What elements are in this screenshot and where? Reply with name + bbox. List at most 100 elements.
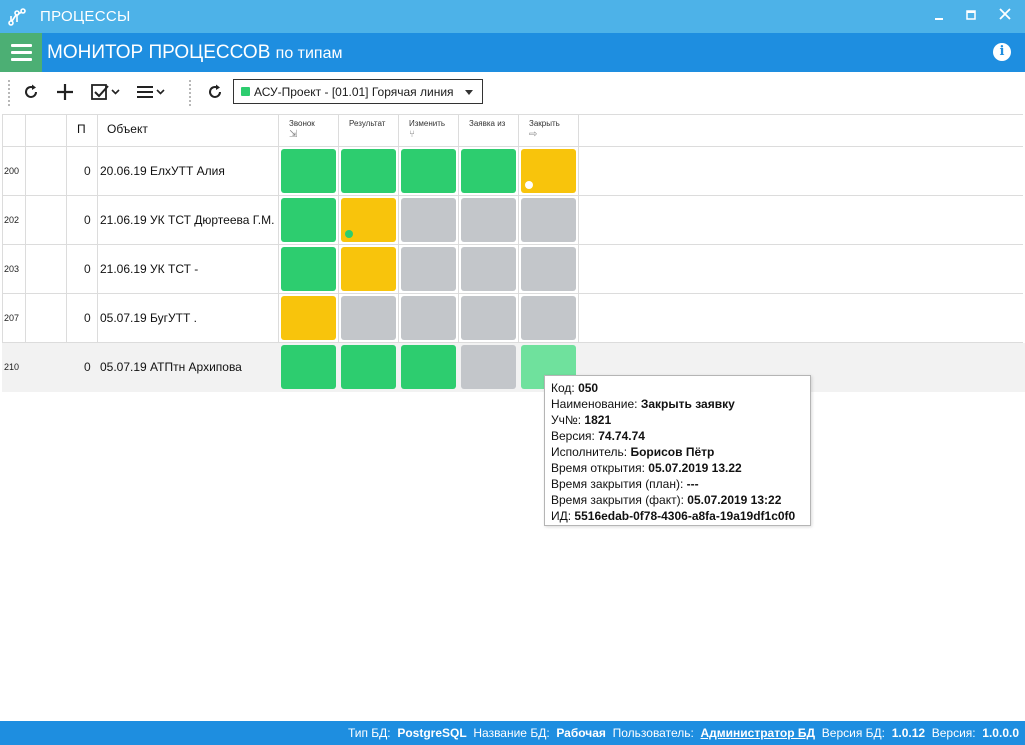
db-name-label: Название БД:: [473, 726, 550, 740]
refresh-button[interactable]: [20, 81, 42, 103]
process-step-cell[interactable]: [281, 247, 336, 291]
toolbar-grip[interactable]: [8, 80, 10, 106]
checkbox-icon: [91, 84, 120, 100]
tooltip-value: 05.07.2019 13.22: [648, 461, 742, 475]
tooltip-line: Уч№: 1821: [551, 412, 804, 428]
tooltip-value: 1821: [584, 413, 612, 427]
process-step-cell[interactable]: [341, 247, 396, 291]
process-step-cell[interactable]: [521, 296, 576, 340]
tooltip-key: Время закрытия (план):: [551, 477, 687, 491]
process-step-cell[interactable]: [281, 296, 336, 340]
column-header-object[interactable]: Объект: [107, 122, 148, 136]
plus-icon: [57, 84, 73, 100]
grid-row-divider: [2, 293, 1023, 294]
tooltip-value: Закрыть заявку: [640, 397, 735, 411]
tooltip-key: Исполнитель:: [551, 445, 631, 459]
process-step-cell[interactable]: [521, 149, 576, 193]
row-id: 202: [4, 215, 20, 225]
list-menu-button[interactable]: [135, 81, 167, 103]
login-icon: ⇲: [289, 129, 298, 140]
grid-row-divider: [2, 146, 1023, 147]
status-dot-icon: [525, 181, 533, 189]
tooltip-value: 74.74.74: [598, 429, 645, 443]
tooltip-line: Версия: 74.74.74: [551, 428, 804, 444]
row-object[interactable]: 05.07.19 АТПтн Архипова: [100, 360, 242, 374]
row-p-value: 0: [84, 360, 91, 374]
info-icon[interactable]: i: [993, 43, 1011, 61]
close-button[interactable]: [994, 6, 1016, 26]
process-step-cell[interactable]: [281, 149, 336, 193]
row-p-value: 0: [84, 262, 91, 276]
process-step-cell[interactable]: [341, 345, 396, 389]
process-step-cell[interactable]: [341, 198, 396, 242]
reload-button[interactable]: [204, 81, 226, 103]
user-link[interactable]: Администратор БД: [701, 726, 816, 740]
process-step-cell[interactable]: [401, 198, 456, 242]
process-app-icon: [8, 8, 26, 26]
process-step-cell[interactable]: [281, 345, 336, 389]
process-step-cell[interactable]: [341, 149, 396, 193]
tooltip-key: ИД:: [551, 509, 575, 523]
step-header-label[interactable]: Результат: [349, 119, 385, 128]
process-step-cell[interactable]: [341, 296, 396, 340]
tooltip-line: Время закрытия (факт): 05.07.2019 13:22: [551, 492, 804, 508]
row-object[interactable]: 20.06.19 ЕлхУТТ Алия: [100, 164, 225, 178]
status-color-icon: [241, 87, 250, 96]
tooltip-key: Время закрытия (факт):: [551, 493, 688, 507]
grid-row-divider: [2, 195, 1023, 196]
process-step-cell[interactable]: [401, 149, 456, 193]
tooltip-key: Уч№:: [551, 413, 585, 427]
db-version-label: Версия БД:: [821, 726, 886, 740]
step-header-label[interactable]: Звонок: [289, 119, 315, 128]
maximize-button[interactable]: [960, 6, 982, 26]
db-version-value: 1.0.12: [891, 726, 926, 740]
process-step-cell[interactable]: [461, 149, 516, 193]
add-button[interactable]: [54, 81, 76, 103]
reload-icon: [209, 84, 221, 98]
process-step-cell[interactable]: [401, 296, 456, 340]
process-step-cell[interactable]: [461, 198, 516, 242]
dropdown-arrow-icon: [465, 90, 473, 95]
tooltip-key: Наименование:: [551, 397, 641, 411]
row-id: 203: [4, 264, 20, 274]
row-object[interactable]: 21.06.19 УК ТСТ Дюртеева Г.М.: [100, 213, 274, 227]
row-id: 200: [4, 166, 20, 176]
row-id: 207: [4, 313, 20, 323]
tooltip-line: Исполнитель: Борисов Пётр: [551, 444, 804, 460]
step-header-label[interactable]: Закрыть: [529, 119, 560, 128]
db-name-value: Рабочая: [556, 726, 606, 740]
column-header-p[interactable]: П: [77, 122, 86, 136]
row-object[interactable]: 21.06.19 УК ТСТ -: [100, 262, 198, 276]
process-step-cell[interactable]: [521, 247, 576, 291]
step-header-label[interactable]: Заявка из: [469, 119, 505, 128]
tooltip-key: Код:: [551, 381, 579, 395]
process-step-cell[interactable]: [521, 198, 576, 242]
minimize-button[interactable]: [928, 6, 950, 26]
process-type-select[interactable]: АСУ-Проект - [01.01] Горячая линия: [233, 79, 483, 104]
process-step-cell[interactable]: [461, 296, 516, 340]
process-step-cell[interactable]: [401, 345, 456, 389]
tooltip-line: Код: 050: [551, 380, 804, 396]
toolbar: АСУ-Проект - [01.01] Горячая линия: [0, 72, 1025, 112]
tooltip-value: Борисов Пётр: [630, 445, 715, 459]
row-id: 210: [4, 362, 20, 372]
tooltip-value: 050: [578, 381, 599, 395]
process-step-cell[interactable]: [401, 247, 456, 291]
step-header-label[interactable]: Изменить: [409, 119, 445, 128]
menu-button[interactable]: [0, 33, 42, 72]
maximize-icon: [966, 10, 976, 20]
process-step-cell[interactable]: [461, 247, 516, 291]
tooltip-value: 05.07.2019 13:22: [687, 493, 782, 507]
title-bar: ПРОЦЕССЫ: [0, 0, 1025, 33]
check-dropdown-button[interactable]: [90, 81, 122, 103]
row-object[interactable]: 05.07.19 БугУТТ .: [100, 311, 197, 325]
process-step-cell[interactable]: [461, 345, 516, 389]
tooltip-line: Время открытия: 05.07.2019 13.22: [551, 460, 804, 476]
version-label: Версия:: [931, 726, 976, 740]
minimize-icon: [935, 18, 943, 20]
status-bar: Тип БД: PostgreSQL Название БД: Рабочая …: [0, 721, 1025, 745]
refresh-icon: [25, 84, 37, 98]
window-title: ПРОЦЕССЫ: [40, 8, 131, 25]
step-tooltip: Код: 050 Наименование: Закрыть заявку Уч№:…: [544, 375, 811, 526]
process-step-cell[interactable]: [281, 198, 336, 242]
